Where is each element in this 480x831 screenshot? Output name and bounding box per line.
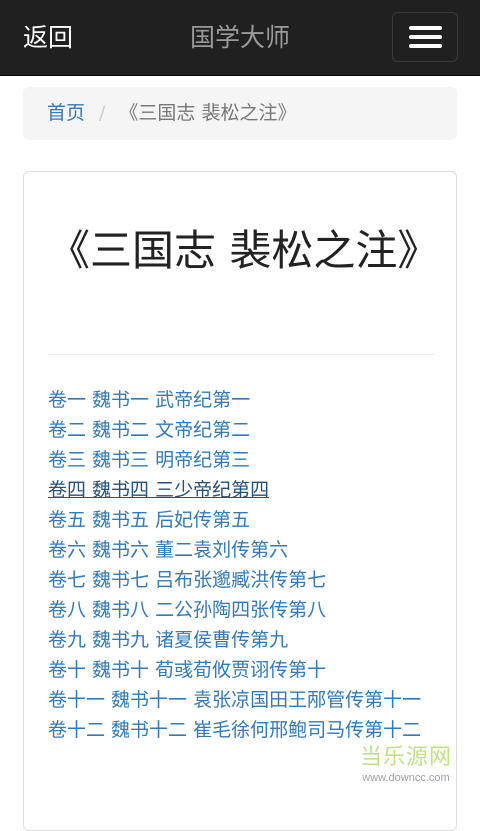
- breadcrumb-current: 《三国志 裴松之注》: [119, 102, 297, 124]
- chapter-link[interactable]: 卷七 魏书七 吕布张邈臧洪传第七: [48, 569, 326, 591]
- list-item: 卷一 魏书一 武帝纪第一: [48, 385, 438, 415]
- list-item: 卷九 魏书九 诸夏侯曹传第九: [48, 625, 438, 655]
- top-navbar: 返回 国学大师: [0, 0, 480, 76]
- breadcrumb-separator: /: [99, 102, 106, 124]
- list-item: 卷五 魏书五 后妃传第五: [48, 505, 438, 535]
- list-item: 卷十二 魏书十二 崔毛徐何邢鲍司马传第十二: [48, 715, 438, 745]
- chapter-link[interactable]: 卷十一 魏书十一 袁张凉国田王邴管传第十一: [48, 689, 421, 711]
- hamburger-menu-icon-bar: [409, 35, 442, 39]
- chapter-link[interactable]: 卷六 魏书六 董二袁刘传第六: [48, 539, 288, 561]
- list-item: 卷十 魏书十 荀彧荀攸贾诩传第十: [48, 655, 438, 685]
- list-item: 卷六 魏书六 董二袁刘传第六: [48, 535, 438, 565]
- list-item: 卷二 魏书二 文帝纪第二: [48, 415, 438, 445]
- breadcrumb-home-link[interactable]: 首页: [47, 102, 85, 124]
- chapter-link-visited[interactable]: 卷四 魏书四 三少帝纪第四: [48, 479, 269, 501]
- book-panel: 《三国志 裴松之注》 卷一 魏书一 武帝纪第一 卷二 魏书二 文帝纪第二 卷三 …: [23, 171, 457, 831]
- breadcrumb: 首页 / 《三国志 裴松之注》: [23, 87, 457, 140]
- chapter-link[interactable]: 卷一 魏书一 武帝纪第一: [48, 389, 250, 411]
- list-item: 卷八 魏书八 二公孙陶四张传第八: [48, 595, 438, 625]
- list-item: 卷十一 魏书十一 袁张凉国田王邴管传第十一: [48, 685, 438, 715]
- hamburger-menu-icon: [409, 26, 442, 30]
- menu-toggle-button[interactable]: [392, 12, 458, 62]
- chapter-link[interactable]: 卷二 魏书二 文帝纪第二: [48, 419, 250, 441]
- chapter-link[interactable]: 卷八 魏书八 二公孙陶四张传第八: [48, 599, 326, 621]
- list-item: 卷七 魏书七 吕布张邈臧洪传第七: [48, 565, 438, 595]
- chapter-link[interactable]: 卷三 魏书三 明帝纪第三: [48, 449, 250, 471]
- list-item: 卷三 魏书三 明帝纪第三: [48, 445, 438, 475]
- chapter-link[interactable]: 卷十二 魏书十二 崔毛徐何邢鲍司马传第十二: [48, 719, 421, 741]
- chapter-list: 卷一 魏书一 武帝纪第一 卷二 魏书二 文帝纪第二 卷三 魏书三 明帝纪第三 卷…: [48, 385, 438, 745]
- chapter-link[interactable]: 卷九 魏书九 诸夏侯曹传第九: [48, 629, 288, 651]
- hamburger-menu-icon-bar: [409, 44, 442, 48]
- book-title: 《三国志 裴松之注》: [48, 226, 440, 275]
- list-item: 卷四 魏书四 三少帝纪第四: [48, 475, 438, 505]
- title-divider: [48, 354, 434, 355]
- chapter-link[interactable]: 卷五 魏书五 后妃传第五: [48, 509, 250, 531]
- chapter-link[interactable]: 卷十 魏书十 荀彧荀攸贾诩传第十: [48, 659, 326, 681]
